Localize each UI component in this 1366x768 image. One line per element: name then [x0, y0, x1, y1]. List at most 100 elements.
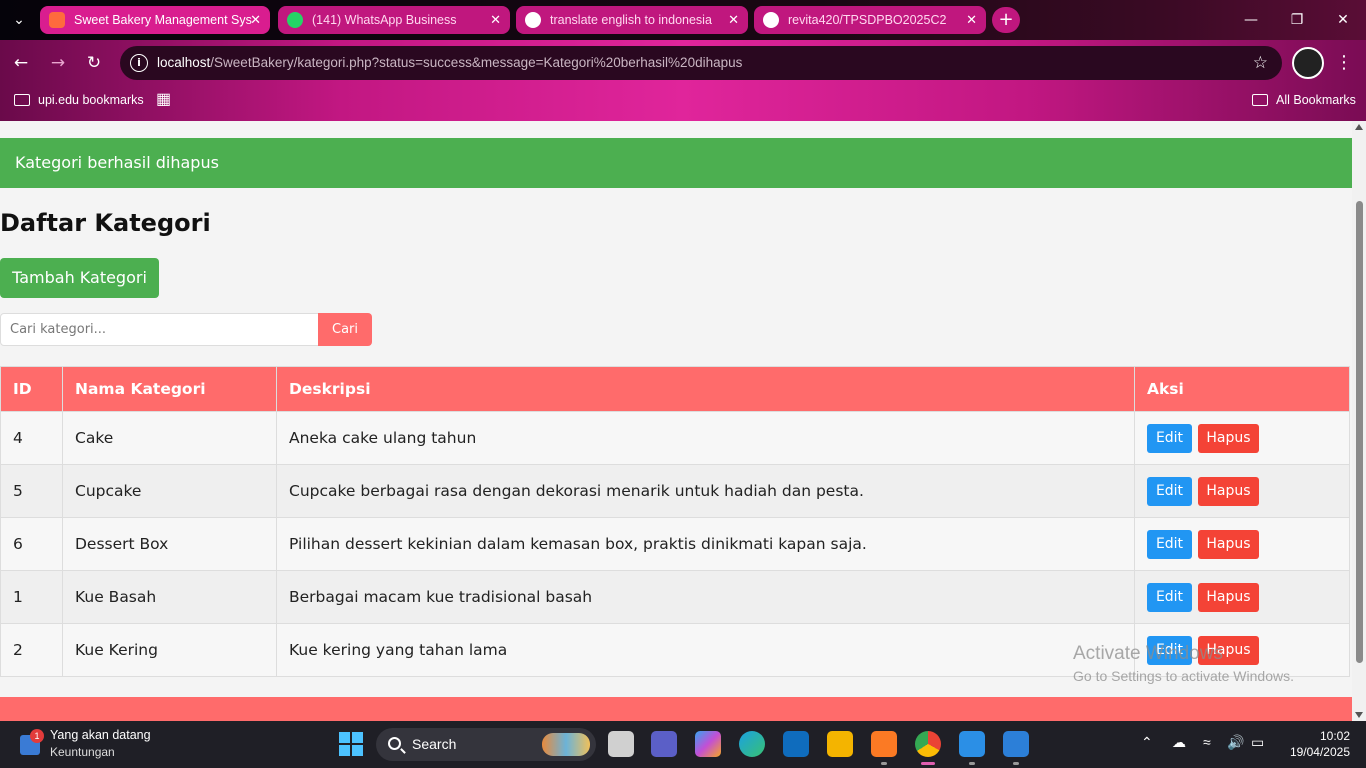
cell-actions: Edit Hapus [1134, 517, 1350, 571]
bookmark-star-icon[interactable]: ☆ [1253, 46, 1268, 80]
edit-button[interactable]: Edit [1147, 582, 1192, 612]
header-id: ID [0, 366, 63, 412]
wifi-icon[interactable]: ≈ [1203, 734, 1211, 750]
minimize-icon[interactable]: — [1228, 0, 1274, 40]
table-row: 5 Cupcake Cupcake berbagai rasa dengan d… [0, 464, 1350, 518]
tab-sweet-bakery[interactable]: Sweet Bakery Management Sys ✕ [40, 6, 270, 34]
profile-avatar[interactable] [1292, 47, 1324, 79]
header-name: Nama Kategori [62, 366, 277, 412]
url-host: localhost [157, 55, 211, 70]
delete-button[interactable]: Hapus [1198, 476, 1259, 506]
edit-button[interactable]: Edit [1147, 476, 1192, 506]
cell-actions: Edit Hapus [1134, 411, 1350, 465]
cell-id: 4 [0, 411, 63, 465]
tab-github[interactable]: revita420/TPSDPBO2025C2 ✕ [754, 6, 986, 34]
cell-description: Pilihan dessert kekinian dalam kemasan b… [276, 517, 1135, 571]
volume-icon[interactable]: 🔊 [1227, 734, 1244, 751]
cell-id: 6 [0, 517, 63, 571]
cell-name: Cupcake [62, 464, 277, 518]
taskbar-search[interactable]: Search [376, 728, 596, 761]
close-window-icon[interactable]: ✕ [1320, 0, 1366, 40]
cell-description: Cupcake berbagai rasa dengan dekorasi me… [276, 464, 1135, 518]
xampp-icon[interactable] [871, 731, 897, 765]
reload-icon[interactable]: ↻ [81, 50, 107, 76]
forward-icon[interactable]: → [45, 50, 71, 76]
cell-description: Kue kering yang tahan lama [276, 623, 1135, 677]
url-text[interactable]: localhost/SweetBakery/kategori.php?statu… [157, 46, 742, 80]
cell-name: Dessert Box [62, 517, 277, 571]
bookmark-folder-upi[interactable]: upi.edu bookmarks [14, 88, 144, 112]
page-title: Daftar Kategori [0, 209, 211, 237]
scrollbar-thumb[interactable] [1356, 201, 1363, 663]
show-hidden-icons[interactable]: ⌃ [1141, 734, 1153, 751]
edit-button[interactable]: Edit [1147, 529, 1192, 559]
all-bookmarks[interactable]: All Bookmarks [1252, 88, 1356, 112]
tab-title: translate english to indonesia [550, 13, 712, 27]
restore-icon[interactable]: ❐ [1274, 0, 1320, 40]
close-tab-icon[interactable]: ✕ [728, 6, 739, 34]
cell-name: Cake [62, 411, 277, 465]
browser-chrome: ⌄ Sweet Bakery Management Sys ✕ (141) Wh… [0, 0, 1366, 121]
whatsapp-icon [287, 12, 303, 28]
start-button[interactable] [339, 732, 363, 756]
bakery-favicon-icon [49, 12, 65, 28]
tab-search-menu[interactable]: ⌄ [6, 8, 32, 32]
clock-time: 10:02 [1319, 729, 1350, 743]
tab-google-translate[interactable]: translate english to indonesia ✕ [516, 6, 748, 34]
file-explorer-icon[interactable] [827, 731, 853, 757]
system-clock[interactable]: 10:02 19/04/2025 [1280, 728, 1350, 760]
back-icon[interactable]: ← [8, 50, 34, 76]
page-scrollbar[interactable] [1352, 121, 1366, 721]
task-view-icon[interactable] [608, 731, 634, 757]
url-path: /SweetBakery/kategori.php?status=success… [210, 55, 743, 70]
battery-icon[interactable]: ▭ [1251, 734, 1264, 751]
address-bar[interactable]: i localhost/SweetBakery/kategori.php?sta… [120, 46, 1282, 80]
outlook-icon[interactable] [783, 731, 809, 757]
page-footer [0, 697, 1352, 721]
success-alert: Kategori berhasil dihapus [0, 138, 1352, 188]
widget-subtitle[interactable]: Keuntungan [50, 745, 115, 759]
header-description: Deskripsi [276, 366, 1135, 412]
search-input[interactable]: Cari kategori... [0, 313, 319, 346]
browser-menu-icon[interactable]: ⋮ [1334, 50, 1354, 76]
cell-description: Berbagai macam kue tradisional basah [276, 570, 1135, 624]
bookmark-folder-label: upi.edu bookmarks [38, 93, 144, 107]
add-category-button[interactable]: Tambah Kategori [0, 258, 159, 298]
widgets-button[interactable]: 1 [18, 729, 44, 757]
scroll-up-icon[interactable] [1355, 124, 1363, 130]
taskbar-search-label: Search [412, 736, 457, 752]
folder-icon [1252, 93, 1268, 106]
chrome-icon[interactable] [915, 731, 941, 765]
widget-title[interactable]: Yang akan datang [50, 728, 151, 742]
tab-title: revita420/TPSDPBO2025C2 [788, 13, 947, 27]
cell-actions: Edit Hapus [1134, 570, 1350, 624]
delete-button[interactable]: Hapus [1198, 582, 1259, 612]
new-tab-button[interactable]: + [992, 7, 1020, 33]
notepad-icon[interactable] [1003, 731, 1029, 765]
close-tab-icon[interactable]: ✕ [490, 6, 501, 34]
onedrive-icon[interactable]: ☁ [1172, 734, 1186, 751]
edge-icon[interactable] [739, 731, 765, 757]
category-table: ID Nama Kategori Deskripsi Aksi 4 Cake A… [0, 366, 1350, 677]
scroll-down-icon[interactable] [1355, 712, 1363, 718]
clock-date: 19/04/2025 [1289, 745, 1350, 759]
delete-button[interactable]: Hapus [1198, 529, 1259, 559]
taskbar: 1 Yang akan datang Keuntungan Search ⌃ ☁… [0, 721, 1366, 768]
delete-button[interactable]: Hapus [1198, 423, 1259, 453]
cell-id: 2 [0, 623, 63, 677]
close-tab-icon[interactable]: ✕ [250, 6, 261, 34]
table-row: 6 Dessert Box Pilihan dessert kekinian d… [0, 517, 1350, 571]
edit-button[interactable]: Edit [1147, 423, 1192, 453]
copilot-icon[interactable] [695, 731, 721, 757]
vscode-icon[interactable] [959, 731, 985, 765]
table-row: 4 Cake Aneka cake ulang tahun Edit Hapus [0, 411, 1350, 465]
search-button[interactable]: Cari [318, 313, 372, 346]
teams-icon[interactable] [651, 731, 677, 757]
apps-grid-icon[interactable]: ▦ [156, 88, 171, 112]
cell-name: Kue Kering [62, 623, 277, 677]
page-content: Kategori berhasil dihapus Daftar Kategor… [0, 121, 1352, 721]
cell-description: Aneka cake ulang tahun [276, 411, 1135, 465]
tab-whatsapp[interactable]: (141) WhatsApp Business ✕ [278, 6, 510, 34]
site-info-icon[interactable]: i [130, 54, 148, 72]
close-tab-icon[interactable]: ✕ [966, 6, 977, 34]
